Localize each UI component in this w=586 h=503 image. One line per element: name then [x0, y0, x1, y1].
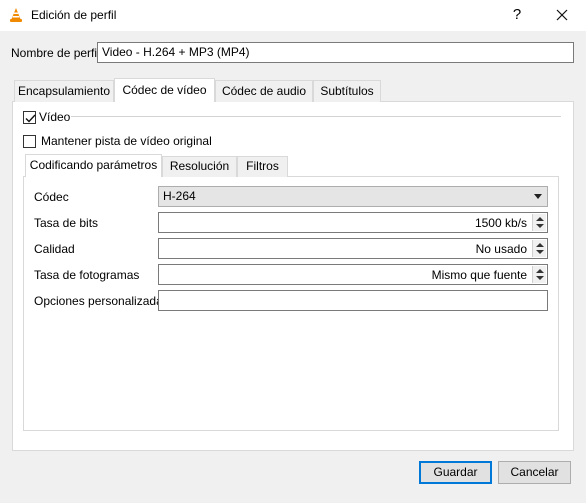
spin-up-icon[interactable] — [536, 243, 544, 247]
video-group-label: Vídeo — [39, 110, 71, 124]
tab-subtitles[interactable]: Subtítulos — [313, 80, 381, 102]
dropdown-arrow-icon — [534, 194, 542, 199]
custom-options-label: Opciones personalizadas — [34, 294, 169, 308]
vlc-cone-icon — [8, 7, 24, 23]
group-divider — [71, 116, 561, 117]
framerate-value: Mismo que fuente — [431, 268, 527, 282]
quality-value: No usado — [475, 242, 527, 256]
framerate-label: Tasa de fotogramas — [34, 268, 140, 282]
title-bar: Edición de perfil ? — [0, 0, 586, 31]
bitrate-stepper[interactable] — [532, 214, 546, 231]
bitrate-label: Tasa de bits — [34, 216, 99, 230]
spin-down-icon[interactable] — [536, 250, 544, 254]
codec-label: Códec — [34, 190, 69, 204]
save-button[interactable]: Guardar — [419, 461, 492, 484]
codec-select[interactable]: H-264 — [158, 186, 548, 207]
codec-value: H-264 — [163, 189, 196, 203]
spin-down-icon[interactable] — [536, 224, 544, 228]
profile-name-label: Nombre de perfil — [11, 46, 100, 60]
spin-up-icon[interactable] — [536, 269, 544, 273]
spin-up-icon[interactable] — [536, 217, 544, 221]
cancel-button[interactable]: Cancelar — [498, 461, 571, 484]
framerate-stepper[interactable] — [532, 266, 546, 283]
close-icon — [556, 9, 568, 21]
bitrate-spinbox[interactable]: 1500 kb/s — [158, 212, 548, 233]
subtab-filters[interactable]: Filtros — [237, 156, 288, 177]
subtab-resolution[interactable]: Resolución — [162, 156, 237, 177]
quality-stepper[interactable] — [532, 240, 546, 257]
spin-down-icon[interactable] — [536, 276, 544, 280]
help-button[interactable]: ? — [503, 4, 531, 26]
bitrate-value: 1500 kb/s — [474, 216, 527, 230]
window-title: Edición de perfil — [31, 8, 117, 22]
tab-video-codec[interactable]: Códec de vídeo — [114, 78, 215, 102]
checkmark-icon — [25, 114, 36, 123]
keep-original-track-label: Mantener pista de vídeo original — [41, 134, 212, 148]
close-button[interactable] — [545, 4, 579, 26]
quality-label: Calidad — [34, 242, 75, 256]
quality-spinbox[interactable]: No usado — [158, 238, 548, 259]
tab-audio-codec[interactable]: Códec de audio — [215, 80, 313, 102]
video-checkbox[interactable] — [23, 111, 36, 124]
profile-name-input[interactable]: Video - H.264 + MP3 (MP4) — [97, 42, 574, 63]
custom-options-input[interactable] — [158, 290, 548, 311]
keep-original-track-checkbox[interactable] — [23, 135, 36, 148]
subtab-encoding-parameters[interactable]: Codificando parámetros — [25, 154, 162, 177]
tab-encapsulation[interactable]: Encapsulamiento — [14, 80, 114, 102]
framerate-spinbox[interactable]: Mismo que fuente — [158, 264, 548, 285]
